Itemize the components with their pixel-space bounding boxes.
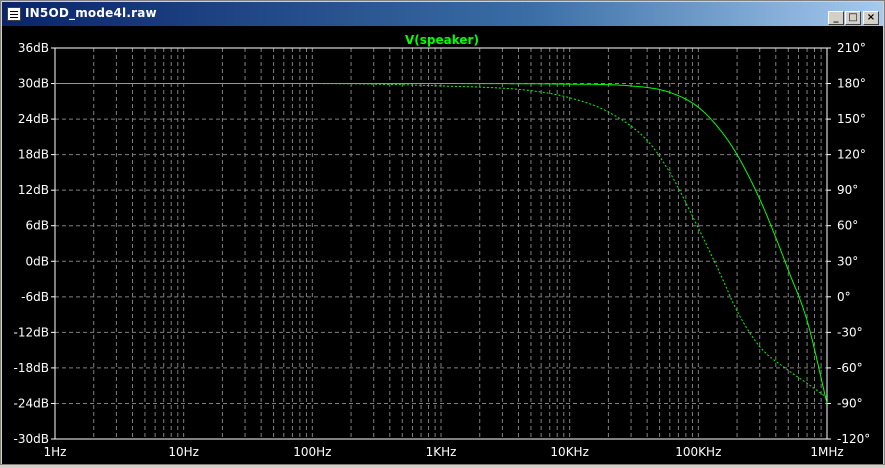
y-tick-label-left: 6dB: [26, 219, 49, 233]
y-tick-label-left: -6dB: [21, 290, 49, 304]
y-tick-label-left: -24dB: [14, 396, 49, 410]
maximize-button[interactable]: □: [845, 11, 861, 25]
y-tick-label-left: 30dB: [18, 77, 49, 91]
x-tick-label: 1KHz: [426, 445, 457, 459]
y-tick-label-right: -30°: [837, 325, 863, 339]
x-tick-label: 1Hz: [44, 445, 67, 459]
y-tick-label-right: 210°: [837, 41, 866, 55]
minimize-button[interactable]: _: [828, 11, 844, 25]
magnitude-trace: [55, 83, 828, 404]
y-tick-label-right: 90°: [837, 183, 858, 197]
y-tick-label-right: 150°: [837, 112, 866, 126]
x-tick-label: 10KHz: [550, 445, 588, 459]
y-tick-label-right: 0°: [837, 290, 851, 304]
y-tick-label-left: 18dB: [18, 148, 49, 162]
plot-area[interactable]: 1Hz 10Hz 100Hz 1KHz 10KHz 100KHz 1MHz 36dB 30dB 2…: [2, 26, 883, 464]
y-tick-label-right: 180°: [837, 77, 866, 91]
y-tick-label-left: 24dB: [18, 112, 49, 126]
y-tick-label-left: -30dB: [14, 432, 49, 446]
y-tick-label-left: -18dB: [14, 361, 49, 375]
y-tick-label-left: 12dB: [18, 183, 49, 197]
y-tick-label-right: 60°: [837, 219, 858, 233]
window-title: IN5OD_mode4l.raw: [25, 6, 157, 20]
bode-plot[interactable]: 1Hz 10Hz 100Hz 1KHz 10KHz 100KHz 1MHz 36dB 30dB 2…: [2, 26, 883, 464]
title-bar[interactable]: IN5OD_mode4l.raw _ □ ×: [2, 2, 883, 26]
y-tick-label-right: 30°: [837, 254, 858, 268]
y-tick-label-right: -120°: [837, 432, 870, 446]
axis-labels: 1Hz 10Hz 100Hz 1KHz 10KHz 100KHz 1MHz 36dB 30dB 2…: [14, 41, 871, 459]
y-tick-label-right: -90°: [837, 396, 863, 410]
traces: [55, 83, 828, 404]
y-tick-label-right: -60°: [837, 361, 863, 375]
grid-lines: [54, 47, 828, 440]
x-tick-label: 100KHz: [675, 445, 721, 459]
y-tick-label-left: 0dB: [26, 254, 49, 268]
plot-window: IN5OD_mode4l.raw _ □ × 1Hz 10Hz 100Hz 1KHz 1…: [0, 0, 885, 465]
close-button[interactable]: ×: [863, 11, 879, 25]
x-tick-label: 10Hz: [168, 445, 199, 459]
waveform-file-icon: [7, 7, 21, 21]
y-tick-label-right: 120°: [837, 148, 866, 162]
y-tick-label-left: -12dB: [14, 325, 49, 339]
x-tick-label: 1MHz: [810, 445, 843, 459]
y-tick-label-left: 36dB: [18, 41, 49, 55]
x-tick-label: 100Hz: [293, 445, 331, 459]
trace-label[interactable]: V(speaker): [405, 33, 479, 47]
